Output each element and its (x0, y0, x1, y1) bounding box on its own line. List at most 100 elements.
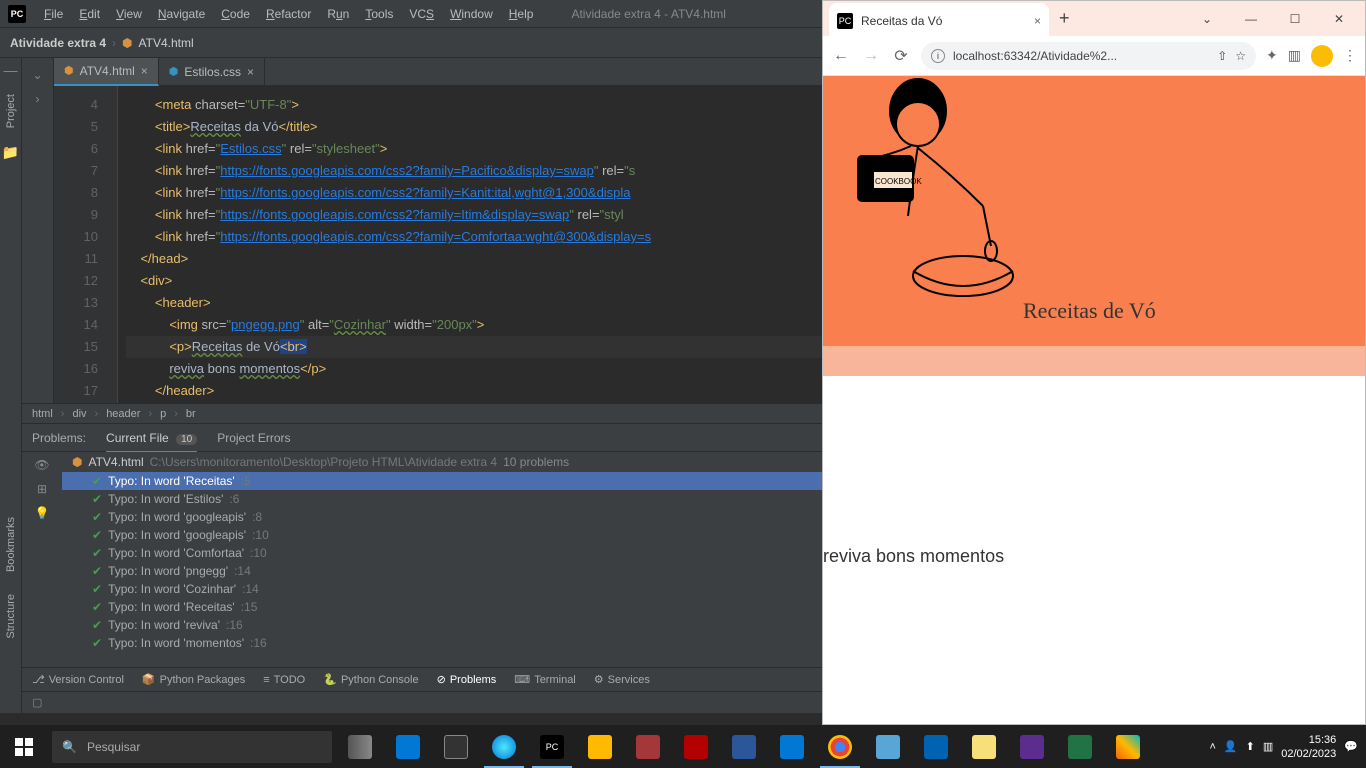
maximize-button[interactable]: ☐ (1275, 5, 1315, 33)
tab-title: Receitas da Vó (861, 14, 1026, 28)
tray-icon[interactable]: ⬆ (1246, 740, 1255, 753)
browser-tab[interactable]: PC Receitas da Vó × (829, 3, 1049, 38)
menu-file[interactable]: File (36, 7, 71, 21)
tab-estilos[interactable]: ⬢ Estilos.css × (159, 58, 265, 86)
structure-tool-tab[interactable]: Structure (3, 588, 19, 645)
minimize-button[interactable]: — (1231, 5, 1271, 33)
address-bar[interactable]: i localhost:63342/Atividade%2... ⇧ ☆ (921, 42, 1256, 70)
side-panel-icon[interactable]: ▥ (1288, 47, 1301, 64)
tab-version-control[interactable]: ⎇ Version Control (32, 673, 124, 686)
filezilla-icon[interactable] (672, 725, 720, 768)
problems-tab-current[interactable]: Current File 10 (106, 431, 197, 453)
menu-view[interactable]: View (108, 7, 150, 21)
notepad-icon[interactable] (864, 725, 912, 768)
breadcrumb-item[interactable]: header (106, 408, 140, 420)
user-avatar[interactable] (1311, 45, 1333, 67)
menu-help[interactable]: Help (501, 7, 542, 21)
project-tree-collapsed[interactable]: › (22, 86, 54, 403)
breadcrumb-item[interactable]: br (186, 408, 196, 420)
clock[interactable]: 15:36 02/02/2023 (1281, 733, 1336, 761)
excel-icon[interactable] (1056, 725, 1104, 768)
outlook-icon[interactable] (768, 725, 816, 768)
problems-tab-errors[interactable]: Project Errors (217, 431, 290, 445)
tab-todo[interactable]: ≡ TODO (263, 674, 305, 686)
tab-services[interactable]: ⚙ Services (594, 673, 650, 686)
eye-icon[interactable]: 👁 (34, 458, 49, 472)
browser-titlebar: PC Receitas da Vó × + ⌄ — ☐ ✕ (823, 1, 1365, 36)
fold-gutter[interactable] (104, 86, 118, 403)
notifications-icon[interactable]: 💬 (1344, 740, 1358, 753)
menu-tools[interactable]: Tools (357, 7, 401, 21)
favicon-icon: PC (837, 13, 853, 29)
new-tab-button[interactable]: + (1049, 8, 1080, 29)
more-menu-icon[interactable]: ⋮ (1343, 47, 1357, 64)
menu-run[interactable]: Run (319, 7, 357, 21)
tab-python-console[interactable]: 🐍 Python Console (323, 673, 418, 686)
access-icon[interactable] (624, 725, 672, 768)
back-button[interactable]: ← (831, 47, 851, 65)
camera-icon[interactable] (912, 725, 960, 768)
tab-atv4[interactable]: ⬢ ATV4.html × (54, 58, 159, 86)
pycharm-app-icon[interactable]: PC (528, 725, 576, 768)
close-tab-icon[interactable]: × (1034, 14, 1041, 28)
tab-terminal[interactable]: ⌨ Terminal (514, 673, 575, 686)
start-button[interactable] (0, 725, 48, 768)
share-icon[interactable]: ⇧ (1217, 49, 1227, 63)
breadcrumb-item[interactable]: div (72, 408, 86, 420)
star-icon[interactable]: ☆ (1235, 49, 1246, 63)
file-name[interactable]: ATV4.html (139, 36, 194, 50)
page-content: COOKBOOK Receitas de Vó reviva bons mome… (823, 76, 1365, 724)
cook-illustration: COOKBOOK (823, 76, 1023, 306)
svg-text:COOKBOOK: COOKBOOK (875, 177, 922, 186)
problems-toolbar: 👁 ⊞ 💡 (22, 452, 62, 667)
taskbar-search[interactable]: 🔍 Pesquisar (52, 731, 332, 763)
bulb-icon[interactable]: 💡 (35, 506, 50, 520)
tool-window-icon[interactable]: ▢ (32, 696, 42, 709)
calculator-icon[interactable] (432, 725, 480, 768)
menu-edit[interactable]: Edit (71, 7, 108, 21)
app-icon[interactable] (1008, 725, 1056, 768)
extensions-icon[interactable]: ✦ (1266, 47, 1278, 64)
close-tab-icon[interactable]: × (247, 65, 254, 79)
site-info-icon[interactable]: i (931, 49, 945, 63)
checkmark-icon: ✔ (92, 618, 102, 632)
breadcrumb-item[interactable]: p (160, 408, 166, 420)
menu-navigate[interactable]: Navigate (150, 7, 213, 21)
system-tray[interactable]: ˄ 👤 ⬆ ▥ 15:36 02/02/2023 💬 (1201, 733, 1366, 761)
chevron-down-icon[interactable]: ⌄ (1187, 5, 1227, 33)
app-icon[interactable] (960, 725, 1008, 768)
chevron-up-icon[interactable]: ˄ (1209, 741, 1215, 753)
tab-problems[interactable]: ⊘ Problems (437, 673, 497, 686)
paint-icon[interactable] (1104, 725, 1152, 768)
tab-python-packages[interactable]: 📦 Python Packages (142, 673, 245, 686)
taskview-button[interactable] (336, 725, 384, 768)
task-app-icon[interactable] (384, 725, 432, 768)
checkmark-icon: ✔ (92, 510, 102, 524)
folder-icon: 📁 (2, 144, 19, 161)
breadcrumb-item[interactable]: html (32, 408, 53, 420)
expand-icon[interactable]: ⊞ (37, 482, 47, 496)
reload-button[interactable]: ⟳ (891, 46, 911, 66)
project-name[interactable]: Atividade extra 4 (10, 36, 106, 50)
project-tool-tab[interactable]: Project (3, 88, 19, 134)
chrome-app-icon[interactable] (816, 725, 864, 768)
menu-refactor[interactable]: Refactor (258, 7, 319, 21)
word-icon[interactable] (720, 725, 768, 768)
close-button[interactable]: ✕ (1319, 5, 1359, 33)
close-tab-icon[interactable]: × (141, 64, 148, 78)
chevron-right-icon[interactable]: › (36, 92, 40, 106)
bookmarks-tool-tab[interactable]: Bookmarks (3, 511, 19, 578)
forward-button[interactable]: → (861, 47, 881, 65)
chevron-down-icon[interactable]: ⌄ (32, 68, 42, 82)
checkmark-icon: ✔ (92, 564, 102, 578)
html-file-icon: ⬢ (72, 455, 82, 469)
menu-code[interactable]: Code (213, 7, 258, 21)
tray-icon[interactable]: ▥ (1263, 740, 1273, 753)
explorer-icon[interactable] (576, 725, 624, 768)
edge-icon[interactable] (480, 725, 528, 768)
collapse-icon[interactable]: — (4, 62, 18, 78)
menu-window[interactable]: Window (442, 7, 501, 21)
people-icon[interactable]: 👤 (1224, 740, 1238, 753)
browser-toolbar: ← → ⟳ i localhost:63342/Atividade%2... ⇧… (823, 36, 1365, 76)
menu-vcs[interactable]: VCS (401, 7, 442, 21)
